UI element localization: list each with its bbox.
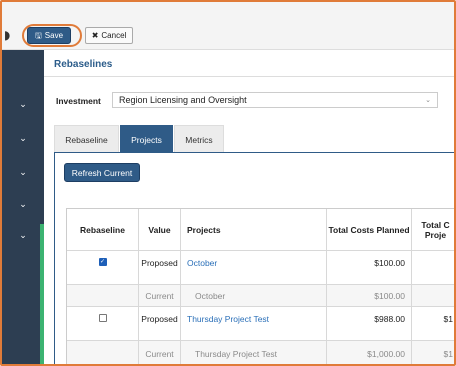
tab-projects[interactable]: Projects <box>120 125 173 153</box>
investment-select[interactable]: Region Licensing and Oversight ⌄ <box>112 92 438 108</box>
app-window: ◗ 🖫 Save ✖ Cancel ⌄ ⌄ ⌄ ⌄ ⌄ Rebaselines … <box>0 0 456 366</box>
project-link[interactable]: Thursday Project Test <box>181 307 327 340</box>
column-header-value[interactable]: Value <box>139 209 181 250</box>
planned-cost-cell: $100.00 <box>327 251 412 284</box>
rebaseline-checkbox[interactable]: ✓ <box>98 258 107 266</box>
cancel-button-label: Cancel <box>101 31 127 40</box>
sidebar-item-3[interactable]: ⌄ <box>2 158 44 188</box>
value-cell: Current <box>139 341 181 364</box>
refresh-current-button[interactable]: Refresh Current <box>64 163 140 182</box>
table-header-row: Rebaseline Value Projects Total Costs Pl… <box>67 209 454 251</box>
projects-table: Rebaseline Value Projects Total Costs Pl… <box>66 208 454 364</box>
table-row: Current Thursday Project Test $1,000.00 … <box>67 341 454 364</box>
chevron-down-icon: ⌄ <box>19 134 27 144</box>
chevron-down-icon: ⌄ <box>425 97 431 104</box>
sidebar-item-2[interactable]: ⌄ <box>2 124 44 154</box>
floppy-disk-icon: 🖫 <box>34 30 42 40</box>
column-header-total-costs-planned[interactable]: Total Costs Planned <box>327 209 412 250</box>
column-header-projects[interactable]: Projects <box>181 209 327 250</box>
projected-cost-cell: $1 <box>443 348 453 359</box>
sidebar-item-1[interactable]: ⌄ <box>2 90 44 120</box>
save-button[interactable]: 🖫 Save <box>27 27 71 44</box>
value-cell: Current <box>139 285 181 306</box>
chevron-down-icon: ⌄ <box>19 168 27 178</box>
save-button-label: Save <box>44 31 64 40</box>
rebaseline-cell <box>67 285 139 306</box>
toolbar: ◗ 🖫 Save ✖ Cancel <box>2 2 454 50</box>
tab-label: Projects <box>131 134 162 145</box>
divider <box>44 76 454 77</box>
table-row: Current October $100.00 <box>67 285 454 307</box>
cancel-button[interactable]: ✖ Cancel <box>85 27 133 44</box>
column-header-total-costs-projected[interactable]: Total C Proje <box>412 209 454 250</box>
sidebar-item-4[interactable]: ⌄ <box>2 190 44 220</box>
value-cell: Proposed <box>139 307 181 340</box>
rebaseline-checkbox[interactable] <box>98 314 107 322</box>
column-header-rebaseline[interactable]: Rebaseline <box>67 209 139 250</box>
planned-cost-cell: $1,000.00 <box>327 341 412 364</box>
chevron-down-icon: ⌄ <box>19 100 27 110</box>
table-row: Proposed Thursday Project Test $988.00 $… <box>67 307 454 341</box>
tab-label: Rebaseline <box>65 134 108 145</box>
investment-select-value: Region Licensing and Oversight <box>119 95 247 105</box>
table-row: ✓ Proposed October $100.00 <box>67 251 454 285</box>
tab-rebaseline[interactable]: Rebaseline <box>54 125 119 153</box>
sidebar-item-5[interactable]: ⌄ <box>2 221 44 251</box>
rebaseline-cell <box>67 341 139 364</box>
planned-cost-cell: $100.00 <box>327 285 412 306</box>
project-name-cell: Thursday Project Test <box>181 341 327 364</box>
tab-metrics[interactable]: Metrics <box>174 125 224 153</box>
partial-icon: ◗ <box>4 28 11 42</box>
chevron-down-icon: ⌄ <box>19 200 27 210</box>
chevron-down-icon: ⌄ <box>19 231 27 241</box>
project-name-cell: October <box>181 285 327 306</box>
value-cell: Proposed <box>139 251 181 284</box>
rebaseline-cell <box>67 307 139 340</box>
project-link[interactable]: October <box>181 251 327 284</box>
tab-label: Metrics <box>185 134 213 145</box>
x-icon: ✖ <box>91 30 99 40</box>
investment-label: Investment <box>56 96 101 106</box>
projected-cost-cell <box>412 251 454 284</box>
rebaseline-cell: ✓ <box>67 251 139 284</box>
main-content: Rebaselines Investment Region Licensing … <box>44 50 454 364</box>
page-title: Rebaselines <box>54 59 113 70</box>
projected-cost-cell: $1 <box>443 314 453 324</box>
projected-cost-cell <box>412 285 454 306</box>
planned-cost-cell: $988.00 <box>327 307 412 340</box>
sidebar: ⌄ ⌄ ⌄ ⌄ ⌄ <box>2 50 44 364</box>
